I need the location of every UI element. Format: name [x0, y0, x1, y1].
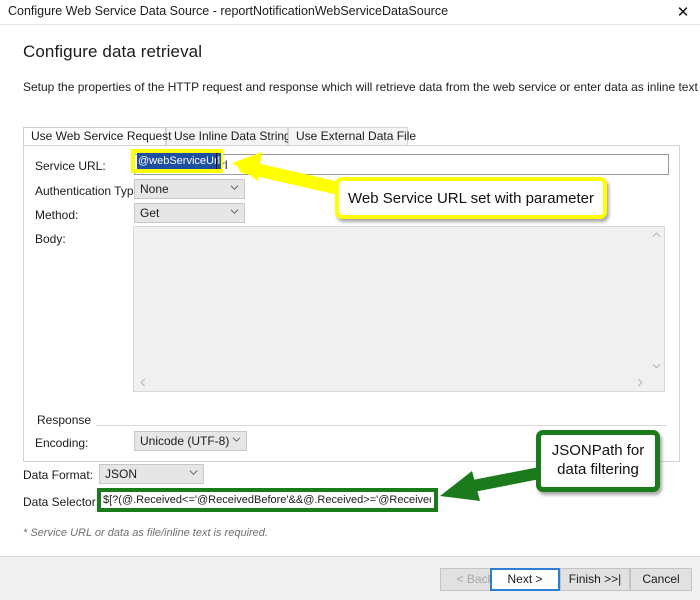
- encoding-label: Encoding:: [35, 436, 89, 450]
- tab-use-web-service-request[interactable]: Use Web Service Request: [23, 127, 172, 145]
- body-textarea[interactable]: [133, 226, 665, 392]
- data-selector-input[interactable]: [99, 490, 435, 510]
- service-url-input[interactable]: [134, 154, 669, 175]
- page-description: Setup the properties of the HTTP request…: [23, 80, 700, 94]
- authentication-type-select[interactable]: None: [134, 179, 245, 199]
- scrollbar-corner: [648, 374, 664, 391]
- page-title: Configure data retrieval: [23, 42, 203, 61]
- response-group-caption: Response: [37, 413, 97, 427]
- chevron-down-icon: [230, 183, 239, 192]
- scroll-left-icon[interactable]: [134, 374, 151, 391]
- window-title: Configure Web Service Data Source - repo…: [8, 4, 449, 18]
- tab-use-external-data-file[interactable]: Use External Data File: [288, 127, 416, 145]
- data-selector-label: Data Selector:: [23, 495, 100, 509]
- encoding-select[interactable]: Unicode (UTF-8): [134, 431, 247, 451]
- body-textarea-content[interactable]: [134, 227, 649, 375]
- annotation-callout-jsonpath-line2: data filtering: [557, 461, 639, 478]
- tab-use-inline-data-string[interactable]: Use Inline Data String: [166, 127, 291, 145]
- authentication-type-value: None: [140, 182, 169, 196]
- data-format-value: JSON: [105, 467, 138, 481]
- finish-button[interactable]: Finish >>|: [560, 568, 630, 591]
- title-bar: Configure Web Service Data Source - repo…: [0, 0, 700, 25]
- green-arrow-head: [440, 471, 480, 501]
- method-select[interactable]: Get: [134, 203, 245, 223]
- close-icon[interactable]: ✕: [670, 1, 696, 23]
- dialog-footer: < Back Next > Finish >>| Cancel: [0, 556, 700, 600]
- data-format-select[interactable]: JSON: [99, 464, 204, 484]
- method-label: Method:: [35, 208, 79, 222]
- next-button[interactable]: Next >: [490, 568, 560, 591]
- authentication-type-label: Authentication Type:: [35, 184, 144, 198]
- tab-strip: Use Web Service Request Use Inline Data …: [23, 127, 680, 146]
- encoding-value: Unicode (UTF-8): [140, 434, 230, 448]
- scroll-down-icon[interactable]: [648, 358, 664, 374]
- scroll-right-icon[interactable]: [631, 374, 648, 391]
- required-note: * Service URL or data as file/inline tex…: [23, 527, 268, 539]
- scroll-up-icon[interactable]: [648, 227, 664, 243]
- chevron-down-icon: [230, 207, 239, 216]
- chevron-down-icon: [189, 468, 198, 477]
- body-label: Body:: [35, 232, 66, 246]
- data-format-label: Data Format:: [23, 468, 94, 482]
- body-horizontal-scrollbar[interactable]: [134, 374, 648, 391]
- body-vertical-scrollbar[interactable]: [648, 227, 664, 374]
- cancel-button[interactable]: Cancel: [630, 568, 692, 591]
- method-value: Get: [140, 206, 160, 220]
- chevron-down-icon: [232, 435, 241, 444]
- response-group-divider: [36, 425, 667, 426]
- service-url-label: Service URL:: [35, 159, 106, 173]
